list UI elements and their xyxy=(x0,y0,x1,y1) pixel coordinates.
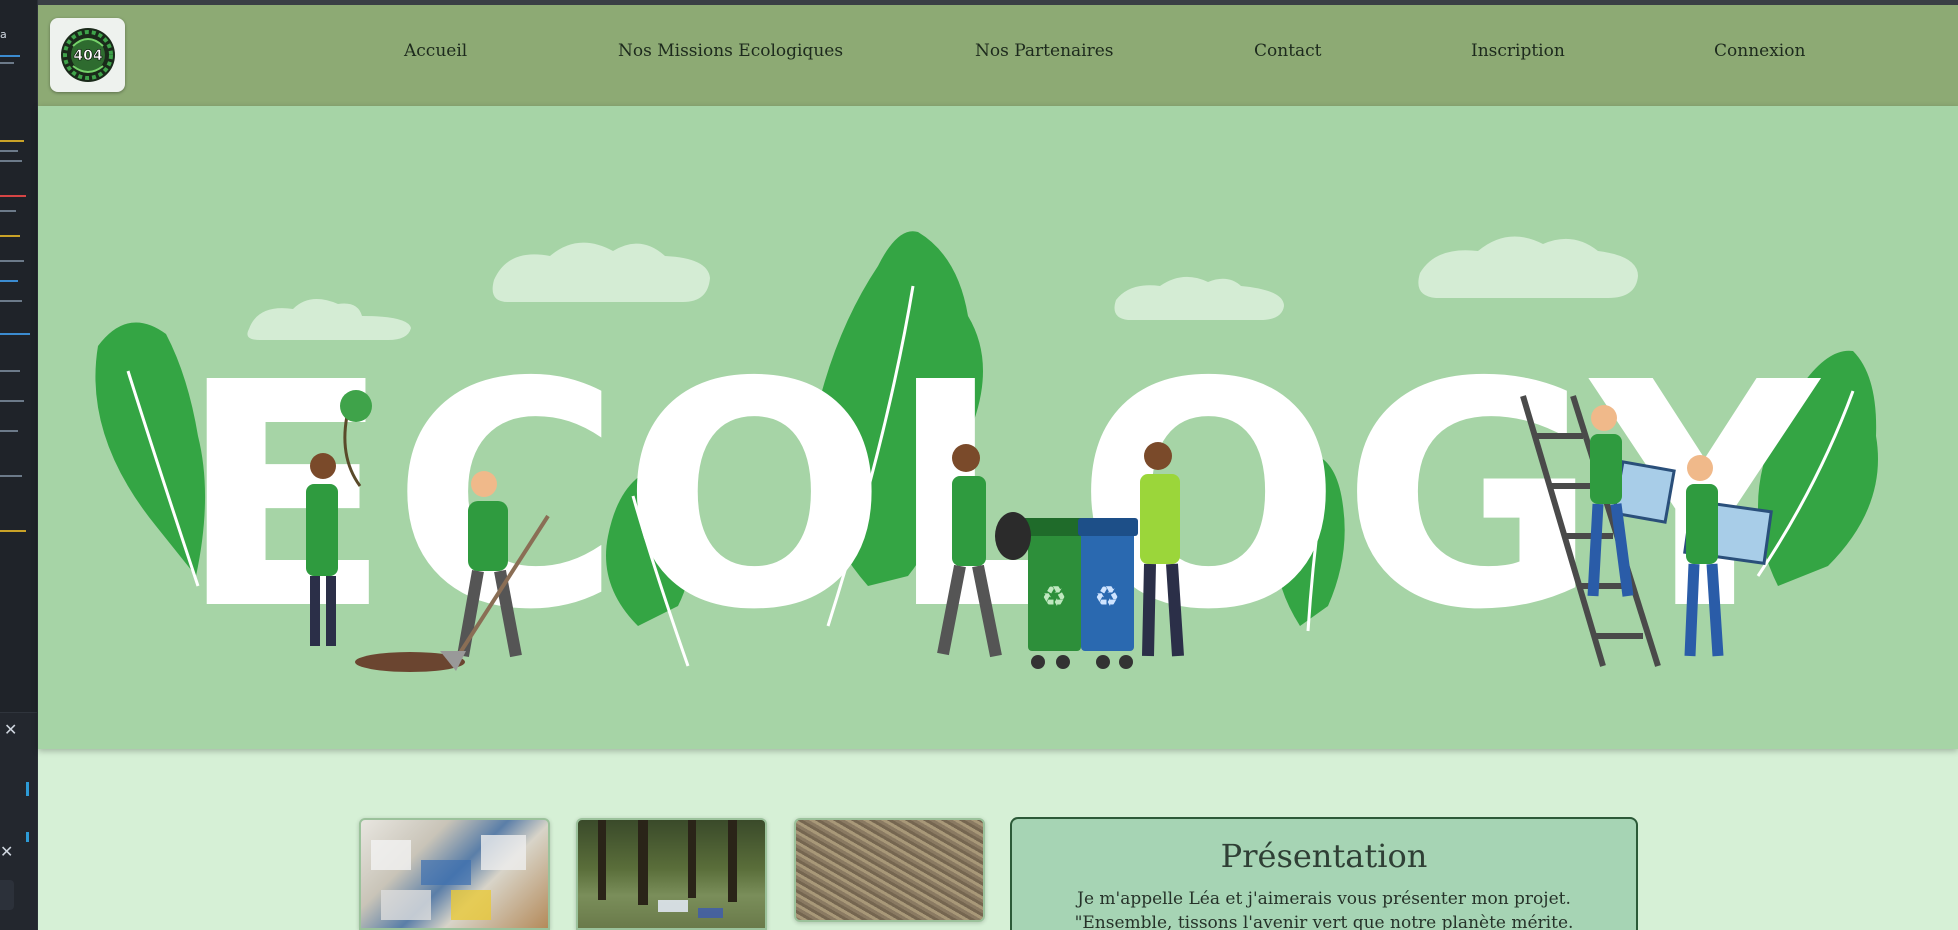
nav-inscription[interactable]: Inscription xyxy=(1471,41,1565,61)
recycle-icon: ♻ xyxy=(1094,580,1119,613)
presentation-line-1: Je m'appelle Léa et j'aimerais vous prés… xyxy=(1077,889,1571,909)
panel-input[interactable] xyxy=(0,880,14,910)
close-icon[interactable]: ✕ xyxy=(4,720,17,739)
nav-accueil[interactable]: Accueil xyxy=(404,41,467,61)
forest-waste-image[interactable] xyxy=(576,818,767,930)
presentation-card: Présentation Je m'appelle Léa et j'aimer… xyxy=(1010,817,1638,930)
editor-glyph: a xyxy=(0,28,7,41)
hero-word: ECOLOGY xyxy=(178,317,1821,678)
editor-side-strip: a ✕ ✕ xyxy=(0,0,38,930)
recycle-icon: ♻ xyxy=(1041,580,1066,613)
recycling-bins: ♻ ♻ xyxy=(1022,518,1138,669)
presentation-line-2: "Ensemble, tissons l'avenir vert que not… xyxy=(1074,913,1574,930)
panel-marker xyxy=(26,782,29,796)
cigarette-butts-image[interactable] xyxy=(794,818,985,922)
close-icon[interactable]: ✕ xyxy=(0,842,13,861)
logo-text: 404 xyxy=(73,48,102,64)
hero-banner: ECOLOGY ♻ ♻ xyxy=(38,106,1958,749)
nav-contact[interactable]: Contact xyxy=(1254,41,1322,61)
nav-missions[interactable]: Nos Missions Ecologiques xyxy=(618,41,843,61)
panel-marker xyxy=(26,832,29,842)
ecology-illustration: ECOLOGY ♻ ♻ xyxy=(95,231,1878,678)
garbage-pile-image-art xyxy=(371,835,526,920)
site-header: 404 Accueil Nos Missions Ecologiques Nos… xyxy=(38,5,1958,106)
site-logo[interactable]: 404 xyxy=(50,18,125,92)
nav-partenaires[interactable]: Nos Partenaires xyxy=(975,41,1114,61)
logo-badge-icon: 404 xyxy=(60,28,115,82)
presentation-text: Je m'appelle Léa et j'aimerais vous prés… xyxy=(1012,887,1636,930)
garbage-pile-image[interactable] xyxy=(359,818,550,930)
presentation-title: Présentation xyxy=(1220,837,1428,875)
nav-connexion[interactable]: Connexion xyxy=(1714,41,1805,61)
forest-waste-image-art xyxy=(598,820,737,918)
